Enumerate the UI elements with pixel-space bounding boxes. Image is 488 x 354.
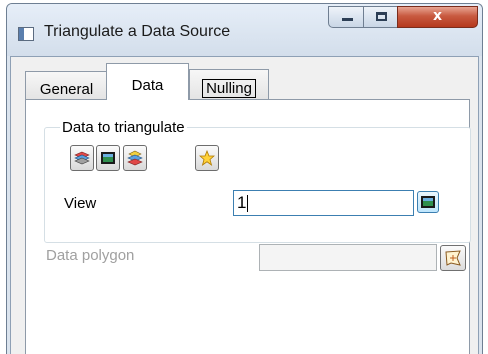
- stacked-layers-button[interactable]: [123, 145, 147, 171]
- view-pick-button[interactable]: [417, 191, 439, 213]
- close-button[interactable]: x: [397, 6, 478, 28]
- stacked-layers-icon: [127, 150, 143, 166]
- tab-nulling[interactable]: Nulling: [189, 69, 269, 99]
- maximize-button[interactable]: [363, 6, 398, 28]
- layers-button[interactable]: [70, 145, 94, 171]
- tab-data-label: Data: [131, 77, 164, 94]
- app-icon: [18, 27, 34, 41]
- title-bar[interactable]: Triangulate a Data Source x: [7, 4, 482, 56]
- layers-icon: [74, 151, 90, 165]
- view-input-value: 1: [237, 193, 247, 212]
- data-polygon-label: Data polygon: [46, 247, 135, 264]
- text-caret: [247, 195, 249, 213]
- view-select-button[interactable]: [96, 145, 120, 171]
- favourite-button[interactable]: [195, 145, 219, 171]
- tab-general-label: General: [39, 81, 94, 98]
- view-icon: [101, 152, 115, 164]
- view-label: View: [64, 195, 97, 212]
- polygon-pick-icon: [445, 250, 461, 266]
- data-polygon-input[interactable]: [259, 244, 437, 271]
- group-label: Data to triangulate: [60, 119, 187, 136]
- polygon-pick-button[interactable]: [440, 245, 466, 271]
- star-icon: [199, 150, 215, 166]
- minimize-icon: [342, 18, 353, 21]
- window-title: Triangulate a Data Source: [44, 23, 231, 40]
- view-icon: [421, 196, 435, 208]
- tab-data[interactable]: Data: [106, 63, 189, 100]
- minimize-button[interactable]: [328, 6, 364, 28]
- view-input[interactable]: 1: [233, 190, 414, 216]
- close-icon: x: [432, 8, 443, 24]
- tab-general[interactable]: General: [25, 71, 108, 99]
- tab-nulling-label: Nulling: [202, 79, 256, 98]
- maximize-icon: [376, 12, 387, 21]
